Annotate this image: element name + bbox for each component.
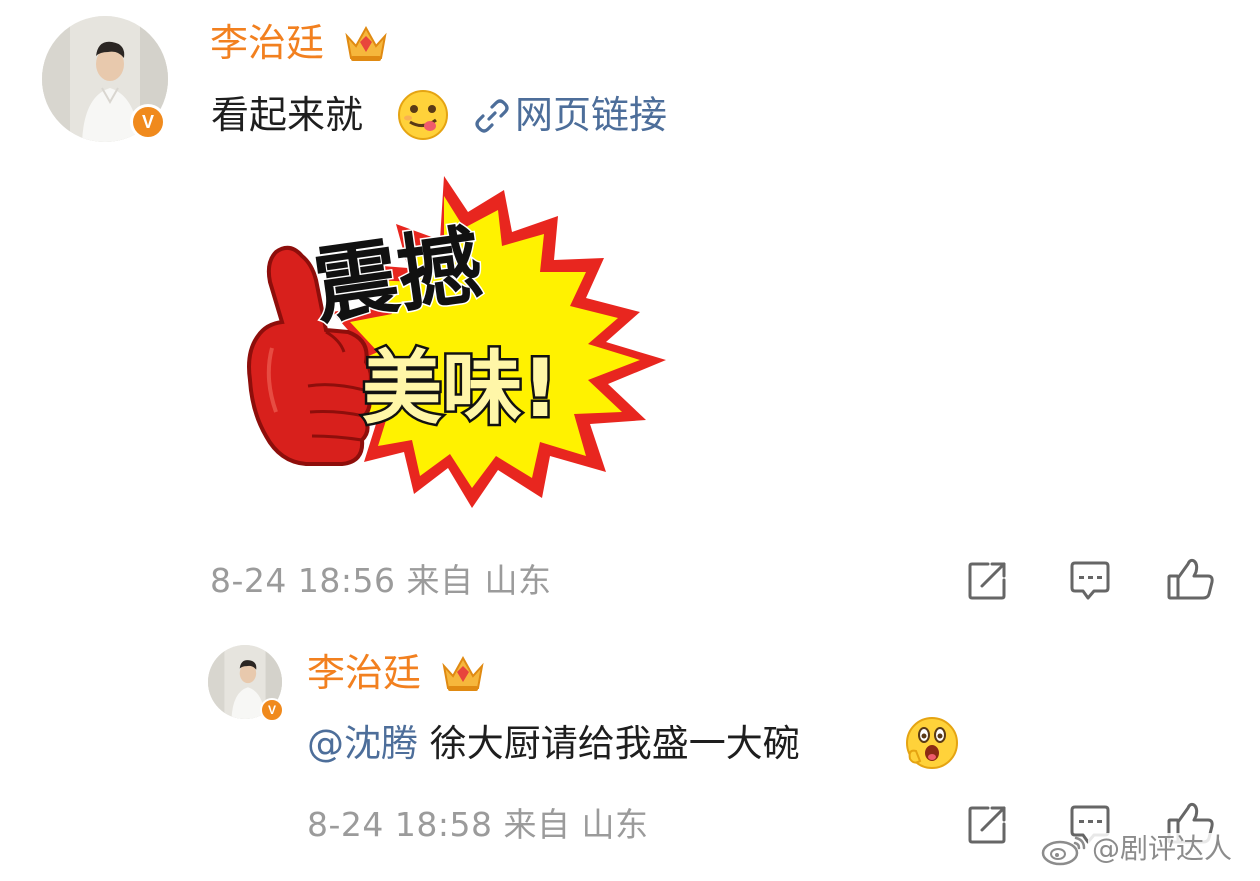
reply-meta: 8-24 18:58 来自 山东 bbox=[307, 808, 649, 841]
surprised-emoji-icon bbox=[906, 717, 958, 769]
comment-time: 18:56 bbox=[297, 561, 396, 600]
comment-meta: 8-24 18:56 来自 山东 bbox=[210, 564, 552, 597]
sticker-image: 震撼 美味! bbox=[247, 176, 666, 508]
mention-link[interactable]: @沈腾 bbox=[307, 722, 418, 765]
username[interactable]: 李治廷 bbox=[210, 24, 324, 62]
comment-text: 看起来就 bbox=[211, 93, 364, 137]
reply-source: 来自 山东 bbox=[503, 805, 649, 844]
link-icon[interactable] bbox=[472, 96, 512, 136]
reply-date: 8-24 bbox=[307, 805, 384, 844]
comment-icon[interactable] bbox=[1068, 560, 1112, 602]
reply-text-line: @沈腾 徐大厨请给我盛一大碗 bbox=[307, 725, 800, 762]
comment-date: 8-24 bbox=[210, 561, 287, 600]
reply-crown-icon bbox=[442, 655, 484, 691]
share-icon[interactable] bbox=[966, 560, 1008, 602]
reply-username[interactable]: 李治廷 bbox=[307, 654, 421, 692]
yum-emoji-icon bbox=[398, 90, 448, 140]
watermark-text: @剧评达人 bbox=[1088, 833, 1237, 865]
sticker-text-line2: 美味! bbox=[362, 342, 558, 435]
reply-text: 徐大厨请给我盛一大碗 bbox=[429, 722, 800, 765]
like-icon[interactable] bbox=[1166, 556, 1216, 602]
web-link[interactable]: 网页链接 bbox=[515, 96, 667, 134]
watermark: @剧评达人 bbox=[1040, 832, 1237, 866]
reply-time: 18:58 bbox=[394, 805, 493, 844]
verified-icon: V bbox=[130, 104, 166, 140]
reply-share-icon[interactable] bbox=[966, 804, 1008, 846]
reply-verified-icon: V bbox=[260, 698, 284, 722]
weibo-logo-icon bbox=[1041, 836, 1086, 866]
comment-source: 来自 山东 bbox=[406, 561, 552, 600]
crown-icon bbox=[345, 25, 387, 61]
